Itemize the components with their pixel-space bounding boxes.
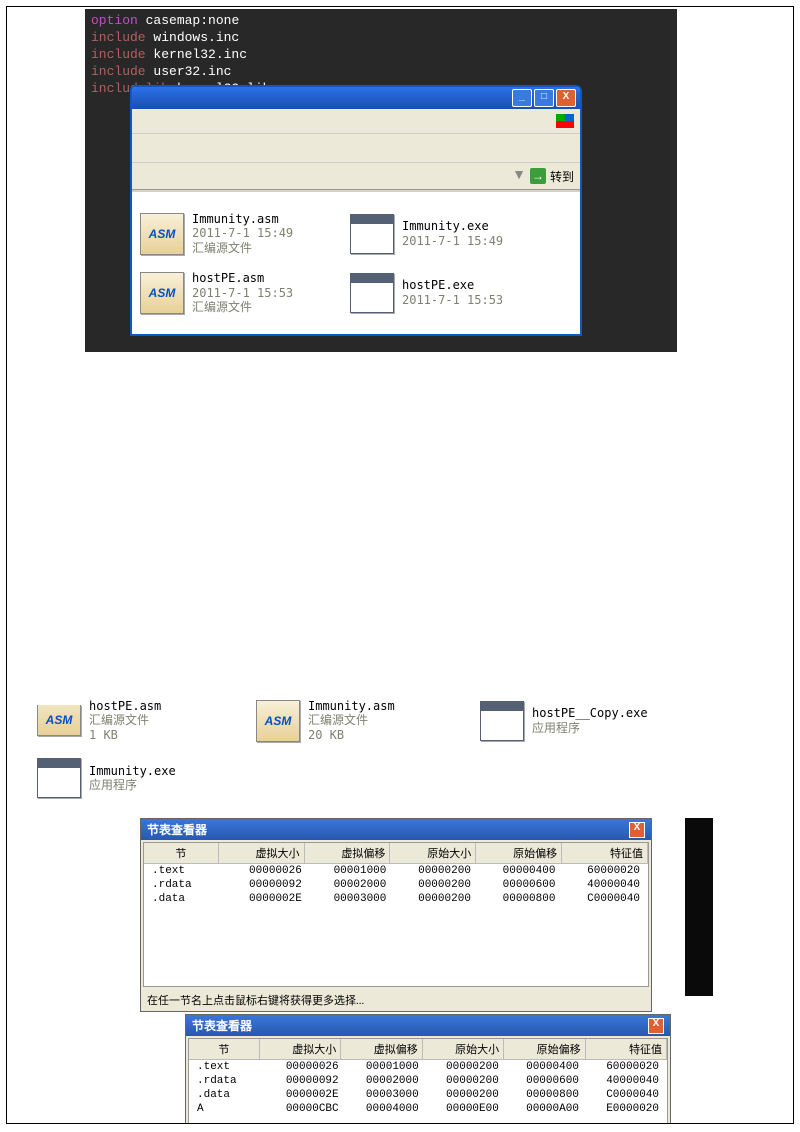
address-bar[interactable]: ▼ → 转到 — [132, 163, 580, 190]
code-text: user32.inc — [153, 64, 231, 79]
table-empty — [189, 1116, 667, 1124]
file-date: 2011-7-1 15:53 — [192, 286, 293, 300]
file-type: 应用程序 — [89, 778, 176, 792]
section-table[interactable]: 节 虚拟大小 虚拟偏移 原始大小 原始偏移 特征值 .text000000260… — [143, 842, 649, 987]
go-arrow-icon: → — [530, 168, 546, 184]
table-row[interactable]: .data0000002E000030000000020000000800C00… — [144, 892, 648, 906]
toolbar — [132, 134, 580, 163]
section-viewer-area: 节表查看器 X 节 虚拟大小 虚拟偏移 原始大小 原始偏移 特征值 .text0… — [7, 818, 793, 1124]
file-item[interactable]: ASM hostPE.asm 2011-7-1 15:53 汇编源文件 — [140, 271, 350, 314]
file-item[interactable]: hostPE.exe 2011-7-1 15:53 — [350, 271, 560, 314]
file-type: 应用程序 — [532, 721, 648, 735]
window-title: 节表查看器 — [192, 1017, 252, 1034]
file-type: 汇编源文件 — [308, 713, 395, 727]
file-size: 1 KB — [89, 728, 161, 742]
dark-border — [685, 818, 713, 996]
file-name: hostPE.exe — [402, 278, 503, 292]
keyword: include — [91, 30, 146, 45]
close-button[interactable]: X — [556, 89, 576, 107]
asm-file-icon: ASM — [256, 700, 300, 742]
file-name: hostPE.asm — [89, 699, 161, 713]
asm-file-icon: ASM — [140, 213, 184, 255]
titlebar[interactable]: _ □ X — [132, 87, 580, 109]
file-date: 2011-7-1 15:49 — [402, 234, 503, 248]
file-size: 20 KB — [308, 728, 395, 742]
table-empty — [144, 906, 648, 986]
table-header: 节 虚拟大小 虚拟偏移 原始大小 原始偏移 特征值 — [189, 1039, 667, 1060]
maximize-button[interactable]: □ — [534, 89, 554, 107]
table-row[interactable]: .text00000026000010000000020000000400600… — [144, 864, 648, 878]
file-type: 汇编源文件 — [89, 713, 161, 727]
file-item[interactable]: Immunity.exe 2011-7-1 15:49 — [350, 212, 560, 255]
file-name: Immunity.asm — [192, 212, 293, 226]
file-date: 2011-7-1 15:53 — [402, 293, 503, 307]
section-viewer-window[interactable]: 节表查看器 X 节 虚拟大小 虚拟偏移 原始大小 原始偏移 特征值 .text0… — [185, 1014, 671, 1124]
table-row[interactable]: .rdata0000009200002000000002000000060040… — [189, 1074, 667, 1088]
windows-flag-icon — [556, 114, 574, 128]
table-header: 节 虚拟大小 虚拟偏移 原始大小 原始偏移 特征值 — [144, 843, 648, 864]
go-button[interactable]: → 转到 — [530, 168, 574, 185]
file-name: Immunity.exe — [89, 764, 176, 778]
file-name: Immunity.asm — [308, 699, 395, 713]
asm-file-icon: ASM — [37, 705, 81, 736]
section-table[interactable]: 节 虚拟大小 虚拟偏移 原始大小 原始偏移 特征值 .text000000260… — [188, 1038, 668, 1124]
exe-file-icon — [350, 214, 394, 254]
go-label: 转到 — [550, 168, 574, 185]
close-button[interactable]: X — [629, 822, 645, 838]
table-row[interactable]: .rdata0000009200002000000002000000060040… — [144, 878, 648, 892]
file-name: Immunity.exe — [402, 219, 503, 233]
file-type: 汇编源文件 — [192, 300, 293, 314]
file-date: 2011-7-1 15:49 — [192, 226, 293, 240]
window-title: 节表查看器 — [147, 821, 207, 838]
code-text: kernel32.inc — [153, 47, 247, 62]
file-type: 汇编源文件 — [192, 241, 293, 255]
file-name: hostPE__Copy.exe — [532, 706, 648, 720]
file-name: hostPE.asm — [192, 271, 293, 285]
asm-file-icon: ASM — [140, 272, 184, 314]
menubar — [132, 109, 580, 134]
keyword: option — [91, 13, 138, 28]
exe-file-icon — [480, 701, 524, 741]
code-text: windows.inc — [153, 30, 239, 45]
desktop-files: ASM hostPE.asm 汇编源文件 1 KB ASM Immunity.a… — [25, 687, 793, 810]
keyword: include — [91, 47, 146, 62]
section-viewer-window[interactable]: 节表查看器 X 节 虚拟大小 虚拟偏移 原始大小 原始偏移 特征值 .text0… — [140, 818, 652, 1012]
document-page: option casemap:none include windows.inc … — [6, 6, 794, 1124]
table-row[interactable]: .text00000026000010000000020000000400600… — [189, 1060, 667, 1074]
close-button[interactable]: X — [648, 1018, 664, 1034]
status-bar: 在任一节名上点击鼠标右键将获得更多选择... — [141, 989, 651, 1011]
exe-file-icon — [37, 758, 81, 798]
table-row[interactable]: A00000CBC0000400000000E0000000A00E000002… — [189, 1102, 667, 1116]
keyword: include — [91, 64, 146, 79]
explorer-window[interactable]: _ □ X ▼ → 转到 ASM Immunity.asm 2011-7-1 1… — [130, 85, 582, 336]
exe-file-icon — [350, 273, 394, 313]
minimize-button[interactable]: _ — [512, 89, 532, 107]
table-row[interactable]: .data0000002E000030000000020000000800C00… — [189, 1088, 667, 1102]
file-item[interactable]: ASM Immunity.asm 2011-7-1 15:49 汇编源文件 — [140, 212, 350, 255]
code-text: casemap:none — [146, 13, 240, 28]
file-pane[interactable]: ASM Immunity.asm 2011-7-1 15:49 汇编源文件 Im… — [132, 190, 580, 334]
